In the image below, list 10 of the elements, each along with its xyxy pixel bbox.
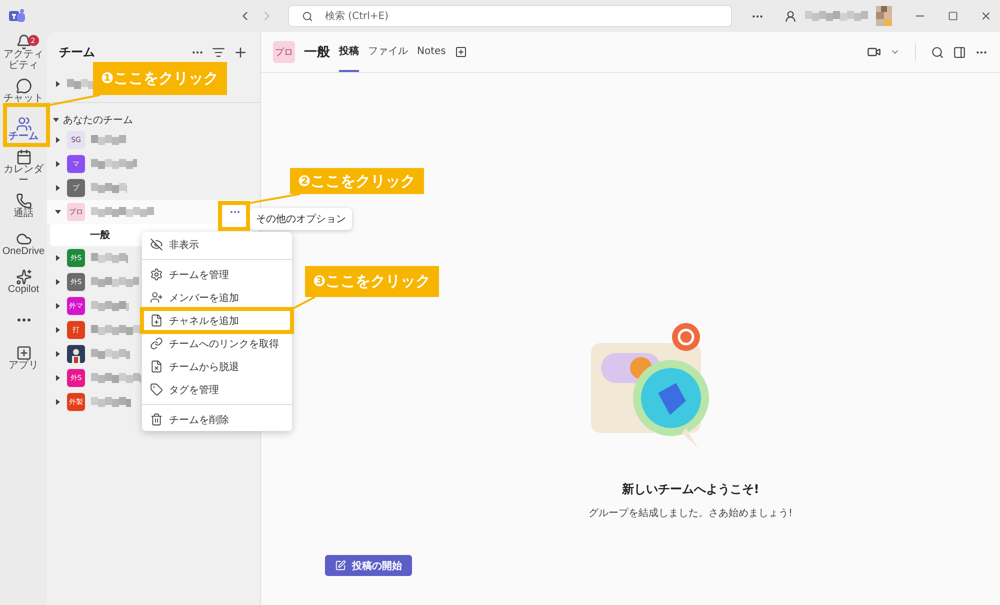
section-label: あなたのチーム [63, 114, 133, 126]
annotation-callout: ❷ここをクリック [290, 168, 424, 194]
team-avatar: プロ [273, 41, 295, 63]
welcome-title: 新しいチームへようこそ! [622, 481, 760, 498]
welcome-subtitle: グループを結成しました。さあ始めましょう! [588, 506, 792, 520]
tooltip: その他のオプション [250, 208, 352, 230]
annotation-callout: ❸ここをクリック [305, 266, 439, 297]
channel-title: 一般 [304, 44, 330, 61]
panel-title: チーム [59, 44, 96, 60]
annotation-callout: ❶ここをクリック [93, 62, 227, 95]
